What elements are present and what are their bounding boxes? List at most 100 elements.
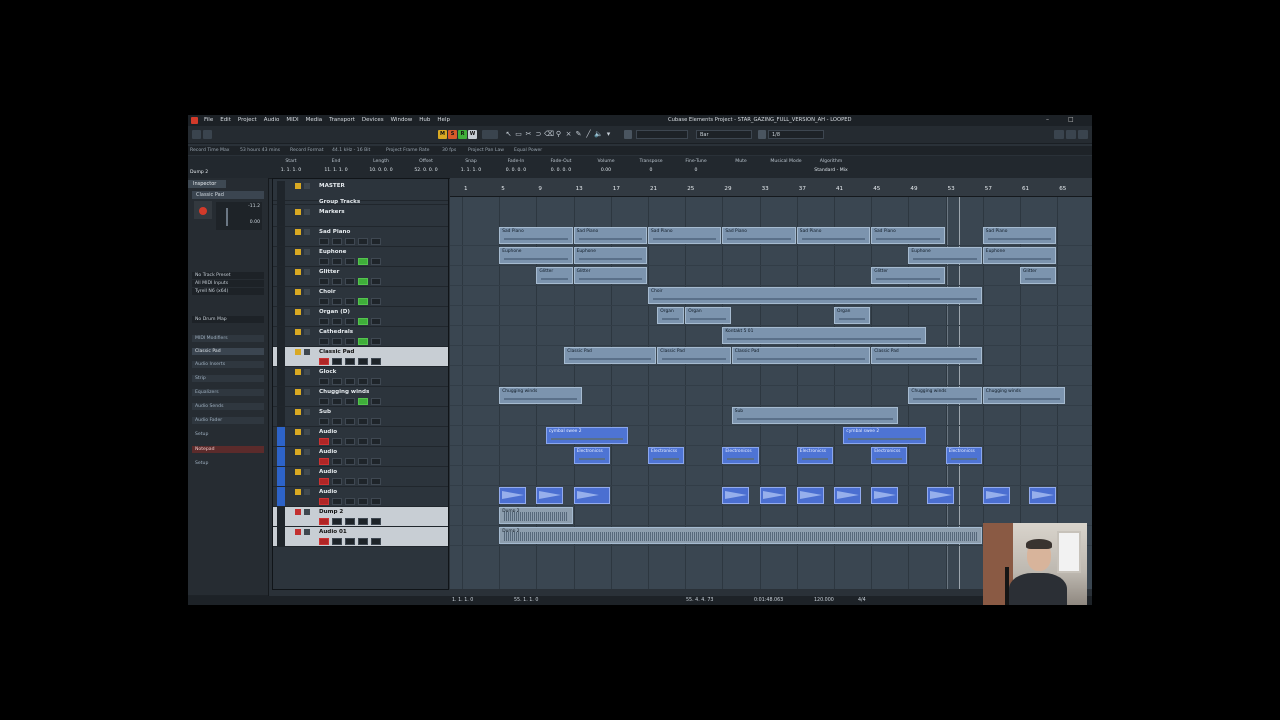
solo-button[interactable]: [304, 249, 310, 255]
edit-button[interactable]: [371, 338, 381, 345]
mute-button[interactable]: [295, 349, 301, 355]
info-field-end[interactable]: End 11. 1. 1. 0: [315, 159, 357, 173]
event-part[interactable]: Sad Piano: [573, 227, 647, 244]
event-part[interactable]: Chugging winds: [499, 387, 582, 404]
track-row[interactable]: Sub: [273, 407, 448, 427]
layout-toggle-mid-icon[interactable]: [1066, 130, 1076, 139]
section-instrument[interactable]: Classic Pad: [192, 348, 264, 355]
track-row[interactable]: Glock: [273, 367, 448, 387]
solo-button[interactable]: [304, 409, 310, 415]
event-part[interactable]: [536, 487, 564, 504]
menu-item-hub[interactable]: Hub: [419, 117, 430, 123]
write-button[interactable]: [358, 498, 368, 505]
event-part[interactable]: [871, 487, 899, 504]
track-row[interactable]: Markers: [273, 207, 448, 227]
track-name[interactable]: Cathedrals: [319, 329, 353, 335]
record-format-value[interactable]: 44.1 kHz - 16 Bit: [332, 148, 370, 153]
info-value[interactable]: 0: [675, 168, 717, 173]
info-field-length[interactable]: Length 10. 0. 0. 0: [360, 159, 402, 173]
quantize-dropdown[interactable]: 1/8: [768, 130, 824, 139]
event-part[interactable]: Electronicss: [722, 447, 759, 464]
edit-button[interactable]: [371, 278, 381, 285]
read-button[interactable]: [345, 538, 355, 545]
input-routing[interactable]: All MIDI Inputs: [192, 280, 264, 287]
read-button[interactable]: [345, 398, 355, 405]
edit-button[interactable]: [371, 318, 381, 325]
read-button[interactable]: [345, 258, 355, 265]
info-value[interactable]: 11. 1. 1. 0: [315, 168, 357, 173]
event-part[interactable]: [759, 487, 787, 504]
event-part[interactable]: Glitter: [1020, 267, 1057, 284]
solo-button[interactable]: [304, 349, 310, 355]
track-row[interactable]: Dump 2: [273, 507, 448, 527]
track-name[interactable]: Dump 2: [319, 509, 343, 515]
solo-button[interactable]: [304, 449, 310, 455]
record-enable-button[interactable]: [319, 398, 329, 405]
layout-toggle-right-icon[interactable]: [1078, 130, 1088, 139]
object-selection-tool-icon[interactable]: ↖: [504, 129, 513, 139]
range-tool-icon[interactable]: ▭: [514, 129, 523, 139]
signature-display[interactable]: 4/4: [858, 598, 866, 603]
record-enable-button[interactable]: [319, 418, 329, 425]
event-part[interactable]: [982, 487, 1010, 504]
solo-button[interactable]: [304, 529, 310, 535]
mute-button[interactable]: [295, 489, 301, 495]
track-row[interactable]: Euphone: [273, 247, 448, 267]
event-part[interactable]: Classic Pad: [731, 347, 871, 364]
event-part[interactable]: Organ: [657, 307, 685, 324]
record-enable-button[interactable]: [319, 338, 329, 345]
record-enable-button[interactable]: [319, 478, 329, 485]
track-name[interactable]: Group Tracks: [319, 199, 360, 205]
event-part[interactable]: [1029, 487, 1057, 504]
edit-button[interactable]: [371, 458, 381, 465]
solo-button[interactable]: [304, 329, 310, 335]
event-part[interactable]: [796, 487, 824, 504]
event-part[interactable]: [722, 487, 750, 504]
write-button[interactable]: [358, 298, 368, 305]
solo-button[interactable]: [304, 489, 310, 495]
solo-button[interactable]: [304, 289, 310, 295]
mute-button[interactable]: [295, 183, 301, 189]
track-row[interactable]: Audio: [273, 467, 448, 487]
read-button[interactable]: [345, 278, 355, 285]
edit-button[interactable]: [371, 298, 381, 305]
info-field-snap[interactable]: Snap 1. 1. 1. 0: [450, 159, 492, 173]
event-part[interactable]: Organ: [685, 307, 731, 324]
event-part[interactable]: Glitter: [871, 267, 945, 284]
read-button[interactable]: [345, 478, 355, 485]
event-part[interactable]: Glitter: [573, 267, 647, 284]
info-field-musical-mode[interactable]: Musical Mode: [765, 159, 807, 168]
solo-button[interactable]: [304, 389, 310, 395]
event-part[interactable]: [927, 487, 954, 504]
monitor-button[interactable]: [332, 278, 342, 285]
write-button[interactable]: [358, 278, 368, 285]
edit-button[interactable]: [371, 478, 381, 485]
mute-button[interactable]: [295, 369, 301, 375]
transport-buttons[interactable]: [482, 130, 498, 139]
read-button[interactable]: [345, 498, 355, 505]
menu-item-media[interactable]: Media: [306, 117, 323, 123]
right-locator[interactable]: 55. 1. 1. 0: [514, 598, 538, 603]
info-value[interactable]: 0.00: [585, 168, 627, 173]
event-part[interactable]: Euphone: [573, 247, 647, 264]
event-part[interactable]: cymbal swee 2: [545, 427, 629, 444]
info-field-fine-tune[interactable]: Fine-Tune 0: [675, 159, 717, 173]
track-name[interactable]: Audio: [319, 469, 337, 475]
solo-button[interactable]: [304, 183, 310, 189]
info-value[interactable]: Standard - Mix: [810, 168, 852, 173]
event-part[interactable]: Electronicss: [945, 447, 982, 464]
read-button[interactable]: [345, 518, 355, 525]
track-name[interactable]: Euphone: [319, 249, 346, 255]
track-name[interactable]: Organ (D): [319, 309, 350, 315]
track-name[interactable]: Audio 01: [319, 529, 347, 535]
grid-type-dropdown[interactable]: Bar: [696, 130, 752, 139]
event-part[interactable]: Kontakt 5 01: [722, 327, 926, 344]
write-button[interactable]: [358, 338, 368, 345]
quantize-icon[interactable]: [758, 130, 766, 139]
track-name[interactable]: Chugging winds: [319, 389, 369, 395]
record-enable-button[interactable]: [319, 518, 329, 525]
read-button[interactable]: [345, 458, 355, 465]
write-button[interactable]: [358, 318, 368, 325]
track-name[interactable]: Audio: [319, 429, 337, 435]
menu-item-audio[interactable]: Audio: [264, 117, 280, 123]
